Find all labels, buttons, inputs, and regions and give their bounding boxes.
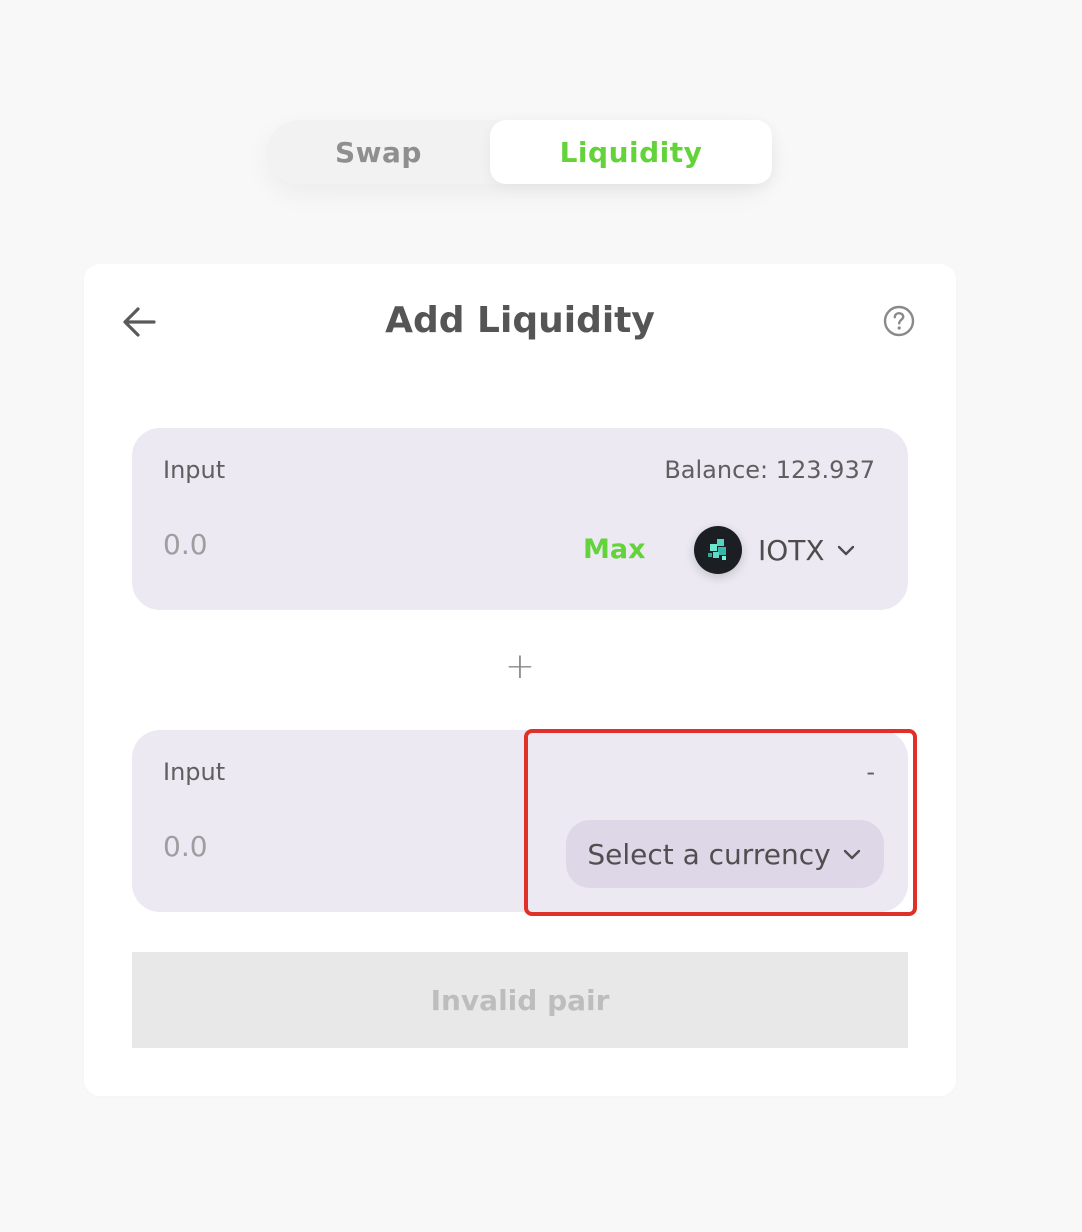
swap-liquidity-tabs: Swap Liquidity bbox=[267, 120, 772, 184]
add-liquidity-card: Add Liquidity Input Balance: 123.937 Max bbox=[84, 264, 956, 1096]
page-title: Add Liquidity bbox=[385, 300, 655, 341]
chevron-down-icon bbox=[837, 545, 854, 556]
token-select-iotx[interactable]: IOTX bbox=[694, 526, 857, 574]
plus-icon: + bbox=[504, 646, 536, 687]
iotx-token-logo-icon bbox=[694, 526, 742, 574]
max-button[interactable]: Max bbox=[583, 534, 646, 565]
input-panel-b: Input - Select a currency bbox=[132, 730, 908, 912]
invalid-pair-button[interactable]: Invalid pair bbox=[132, 952, 908, 1048]
input-b-label: Input bbox=[163, 758, 226, 786]
input-a-label: Input bbox=[163, 456, 226, 484]
amount-input-a[interactable] bbox=[163, 528, 423, 561]
select-currency-label: Select a currency bbox=[587, 837, 831, 871]
question-circle-icon[interactable] bbox=[882, 304, 916, 338]
chevron-down-icon bbox=[843, 849, 860, 860]
balance-placeholder: - bbox=[866, 758, 875, 786]
tab-liquidity[interactable]: Liquidity bbox=[490, 120, 772, 184]
page: Swap Liquidity Add Liquidity Input Balan… bbox=[0, 0, 1082, 1232]
select-currency-button[interactable]: Select a currency bbox=[566, 820, 884, 888]
token-symbol: IOTX bbox=[758, 533, 825, 567]
input-panel-a: Input Balance: 123.937 Max IOTX bbox=[132, 428, 908, 610]
tab-swap[interactable]: Swap bbox=[267, 120, 490, 184]
amount-input-b[interactable] bbox=[163, 830, 423, 863]
balance-text: Balance: 123.937 bbox=[664, 456, 875, 484]
